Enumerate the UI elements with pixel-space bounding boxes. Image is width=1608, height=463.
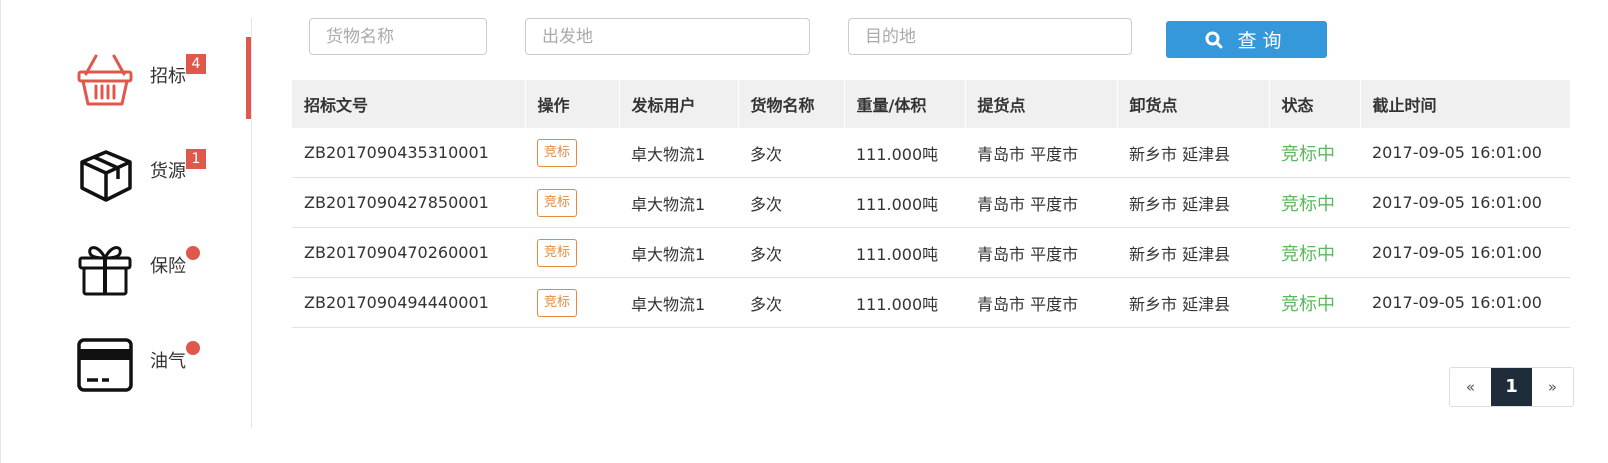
doc-no-cell: ZB2017090494440001 <box>292 277 525 328</box>
sidebar-divider <box>251 18 252 428</box>
gift-icon <box>76 240 134 298</box>
action-cell: 竞标 <box>525 227 619 278</box>
search-button[interactable]: 查询 <box>1166 21 1327 58</box>
deadline-cell: 2017-09-05 16:01:00 <box>1360 128 1570 178</box>
unload-cell: 新乡市 延津县 <box>1117 227 1269 278</box>
unload-cell: 新乡市 延津县 <box>1117 128 1269 178</box>
card-icon <box>76 335 134 393</box>
status-cell: 竞标中 <box>1269 277 1360 328</box>
header-action: 操作 <box>524 80 619 128</box>
bid-button[interactable]: 竞标 <box>537 188 578 217</box>
sidebar-item-insurance[interactable]: 保险 <box>68 232 238 302</box>
user-cell: 卓大物流1 <box>619 177 738 228</box>
next-page-button[interactable]: » <box>1532 368 1573 406</box>
box-icon <box>76 145 134 203</box>
search-button-label: 查询 <box>1237 30 1288 52</box>
doc-no-cell: ZB2017090435310001 <box>292 128 525 178</box>
sidebar: 招标 4 货源 1 保险 油气 <box>0 0 248 463</box>
page-1-button[interactable]: 1 <box>1491 368 1532 406</box>
count-badge: 4 <box>186 54 206 74</box>
action-cell: 竞标 <box>525 277 619 328</box>
sidebar-item-label: 货源 <box>150 161 186 182</box>
cargo-name-input[interactable] <box>309 18 487 55</box>
header-doc-no: 招标文号 <box>292 80 525 128</box>
tender-table: 招标文号 操作 发标用户 货物名称 重量/体积 提货点 卸货点 状态 截止时间 … <box>292 80 1570 328</box>
destination-input[interactable] <box>848 18 1132 55</box>
header-status: 状态 <box>1268 80 1360 128</box>
cargo-cell: 多次 <box>738 227 844 278</box>
table-row: ZB2017090435310001 竞标 卓大物流1 多次 111.000吨 … <box>292 128 1570 178</box>
sidebar-item-label: 油气 <box>150 351 186 372</box>
weight-cell: 111.000吨 <box>844 227 965 278</box>
status-cell: 竞标中 <box>1269 177 1360 228</box>
header-unload: 卸货点 <box>1116 80 1269 128</box>
unload-cell: 新乡市 延津县 <box>1117 277 1269 328</box>
bid-button[interactable]: 竞标 <box>537 138 578 167</box>
pagination: « 1 » <box>1449 367 1574 407</box>
header-cargo: 货物名称 <box>737 80 844 128</box>
prev-page-button[interactable]: « <box>1450 368 1491 406</box>
notification-dot <box>186 246 200 260</box>
cargo-cell: 多次 <box>738 277 844 328</box>
search-icon <box>1205 31 1223 48</box>
pickup-cell: 青岛市 平度市 <box>965 128 1117 178</box>
cargo-cell: 多次 <box>738 128 844 178</box>
user-cell: 卓大物流1 <box>619 227 738 278</box>
user-cell: 卓大物流1 <box>619 128 738 178</box>
status-cell: 竞标中 <box>1269 227 1360 278</box>
sidebar-item-fuel[interactable]: 油气 <box>68 327 238 397</box>
weight-cell: 111.000吨 <box>844 128 965 178</box>
deadline-cell: 2017-09-05 16:01:00 <box>1360 277 1570 328</box>
sidebar-item-label: 保险 <box>150 256 186 277</box>
doc-no-cell: ZB2017090470260001 <box>292 227 525 278</box>
status-text: 竞标中 <box>1281 193 1335 215</box>
sidebar-item-cargo-source[interactable]: 货源 1 <box>68 137 238 207</box>
notification-dot <box>186 341 200 355</box>
pickup-cell: 青岛市 平度市 <box>965 277 1117 328</box>
header-pickup: 提货点 <box>964 80 1117 128</box>
basket-icon <box>76 50 134 108</box>
table-row: ZB2017090427850001 竞标 卓大物流1 多次 111.000吨 … <box>292 177 1570 228</box>
count-badge: 1 <box>186 149 206 169</box>
table-row: ZB2017090494440001 竞标 卓大物流1 多次 111.000吨 … <box>292 277 1570 328</box>
sidebar-item-label: 招标 <box>150 66 186 87</box>
table-row: ZB2017090470260001 竞标 卓大物流1 多次 111.000吨 … <box>292 227 1570 278</box>
header-deadline: 截止时间 <box>1359 80 1570 128</box>
header-user: 发标用户 <box>618 80 738 128</box>
status-text: 竞标中 <box>1281 143 1335 165</box>
doc-no-cell: ZB2017090427850001 <box>292 177 525 228</box>
bid-button[interactable]: 竞标 <box>537 288 578 317</box>
status-text: 竞标中 <box>1281 293 1335 315</box>
pickup-cell: 青岛市 平度市 <box>965 177 1117 228</box>
table-header-row: 招标文号 操作 发标用户 货物名称 重量/体积 提货点 卸货点 状态 截止时间 <box>292 80 1570 128</box>
unload-cell: 新乡市 延津县 <box>1117 177 1269 228</box>
cargo-cell: 多次 <box>738 177 844 228</box>
action-cell: 竞标 <box>525 177 619 228</box>
deadline-cell: 2017-09-05 16:01:00 <box>1360 177 1570 228</box>
pickup-cell: 青岛市 平度市 <box>965 227 1117 278</box>
weight-cell: 111.000吨 <box>844 177 965 228</box>
status-text: 竞标中 <box>1281 243 1335 265</box>
deadline-cell: 2017-09-05 16:01:00 <box>1360 227 1570 278</box>
weight-cell: 111.000吨 <box>844 277 965 328</box>
action-cell: 竞标 <box>525 128 619 178</box>
sidebar-item-bidding[interactable]: 招标 4 <box>68 42 238 112</box>
origin-input[interactable] <box>525 18 810 55</box>
bid-button[interactable]: 竞标 <box>537 238 578 267</box>
status-cell: 竞标中 <box>1269 128 1360 178</box>
header-weight: 重量/体积 <box>843 80 965 128</box>
user-cell: 卓大物流1 <box>619 277 738 328</box>
